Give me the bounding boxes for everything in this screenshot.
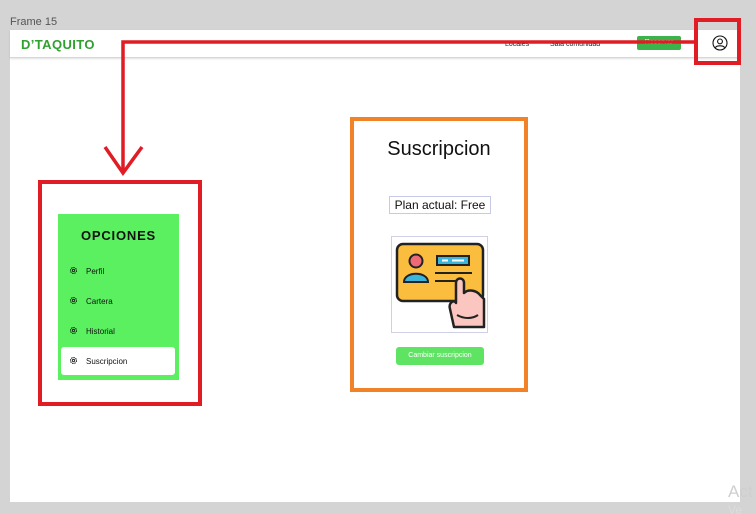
- options-title: OPCIONES: [80, 228, 157, 243]
- options-panel: OPCIONES Perfil Cartera Historial Suscri…: [58, 214, 179, 380]
- options-item-label: Historial: [86, 327, 115, 336]
- id-card-hand-icon: [395, 242, 486, 329]
- gear-icon: [69, 266, 78, 275]
- user-icon-highlight: [694, 18, 741, 65]
- options-item-label: Cartera: [86, 297, 113, 306]
- options-item-label: Perfil: [86, 267, 105, 276]
- gear-icon: [69, 296, 78, 305]
- options-item-perfil[interactable]: Perfil: [61, 257, 175, 285]
- options-item-suscripcion[interactable]: Suscripcion: [61, 347, 175, 375]
- gear-icon: [69, 356, 78, 365]
- subscription-illustration: [391, 236, 488, 333]
- change-subscription-button[interactable]: Cambiar suscripcion: [396, 347, 484, 365]
- options-item-label: Suscripcion: [86, 357, 128, 366]
- options-item-historial[interactable]: Historial: [61, 317, 175, 345]
- subscription-title: Suscripcion: [387, 138, 491, 160]
- activation-watermark-line2: Ve: [728, 503, 743, 514]
- current-plan-label: Plan actual: Free: [389, 196, 491, 214]
- gear-icon: [69, 326, 78, 335]
- activation-watermark: Act: [728, 482, 753, 501]
- options-item-cartera[interactable]: Cartera: [61, 287, 175, 315]
